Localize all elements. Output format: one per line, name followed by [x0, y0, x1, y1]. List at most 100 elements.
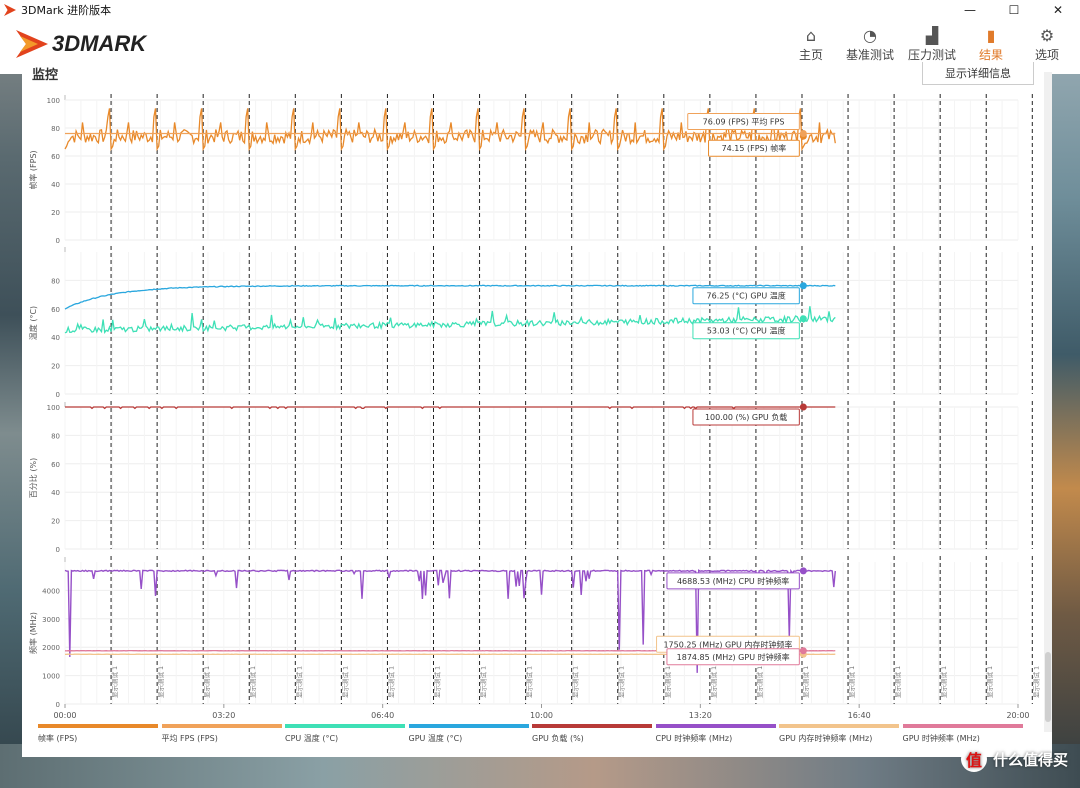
- test-marker-label: 显示测试 1: [617, 666, 626, 698]
- test-marker-label: 显示测试 1: [156, 666, 165, 698]
- window-controls: — ☐ ✕: [948, 0, 1080, 20]
- test-marker-label: 显示测试 1: [525, 666, 534, 698]
- y-tick-label: 40: [51, 181, 60, 189]
- test-marker-label: 显示测试 1: [386, 666, 395, 698]
- y-tick-label: 1000: [42, 673, 60, 681]
- legend-item[interactable]: GPU 内存时钟频率 (MHz): [779, 724, 903, 744]
- test-marker-label: 显示测试 1: [755, 666, 764, 698]
- y-tick-label: 60: [51, 153, 60, 161]
- test-marker-label: 显示测试 1: [709, 666, 718, 698]
- x-tick-label: 13:20: [689, 711, 712, 720]
- maximize-button[interactable]: ☐: [992, 0, 1036, 20]
- home-icon: ⌂: [805, 26, 817, 45]
- series-line: [65, 406, 836, 410]
- series-end-dot: [799, 282, 807, 290]
- value-tooltip-text: 76.25 (°C) GPU 温度: [707, 291, 786, 301]
- y-tick-label: 20: [51, 363, 60, 371]
- test-marker-label: 显示测试 1: [985, 666, 994, 698]
- y-axis-label: 帧率 (FPS): [28, 150, 38, 189]
- watermark-text: 什么值得买: [992, 750, 1068, 769]
- y-tick-label: 80: [51, 432, 60, 440]
- test-marker-label: 显示测试 1: [340, 666, 349, 698]
- window-titlebar: 3DMark 进阶版本 — ☐ ✕: [0, 0, 1080, 20]
- series-end-dot: [799, 315, 807, 323]
- value-tooltip-text: 1750.25 (MHz) GPU 内存时钟频率: [663, 639, 792, 649]
- test-marker-label: 显示测试 1: [939, 666, 948, 698]
- y-tick-label: 60: [51, 461, 60, 469]
- legend-item[interactable]: CPU 温度 (°C): [285, 724, 409, 744]
- legend-swatch: [408, 724, 529, 728]
- y-tick-label: 100: [47, 97, 60, 105]
- legend-item[interactable]: GPU 时钟频率 (MHz): [902, 724, 1027, 744]
- test-marker-label: 显示测试 1: [294, 666, 303, 698]
- x-tick-label: 16:40: [848, 711, 871, 720]
- x-tick-label: 06:40: [371, 711, 394, 720]
- test-marker-label: 显示测试 1: [479, 666, 488, 698]
- value-tooltip-text: 100.00 (%) GPU 负载: [705, 412, 787, 422]
- test-marker-label: 显示测试 1: [110, 666, 119, 698]
- legend-label: GPU 负载 (%): [532, 734, 584, 743]
- legend-item[interactable]: GPU 负载 (%): [532, 724, 656, 744]
- minimize-button[interactable]: —: [948, 0, 992, 20]
- nav-options[interactable]: ⚙ 选项: [1020, 26, 1074, 63]
- 3dmark-logo: 3DMARK: [14, 26, 146, 62]
- background-art-right: [1052, 0, 1080, 788]
- nav-benchmarks-label: 基准测试: [845, 48, 894, 62]
- legend-label: 平均 FPS (FPS): [161, 734, 218, 743]
- y-tick-label: 60: [51, 306, 60, 314]
- 3dmark-logo-icon: [16, 30, 48, 58]
- y-tick-label: 40: [51, 489, 60, 497]
- scroll-thumb[interactable]: [1045, 652, 1051, 722]
- value-tooltip-text: 53.03 (°C) CPU 温度: [707, 326, 786, 336]
- series-end-dot: [799, 403, 807, 411]
- y-tick-label: 80: [51, 277, 60, 285]
- monitoring-chart: 0 20 40 60 80 100 帧率 (FPS) 74.15 (FPS) 帧率 76.09 …: [28, 94, 1040, 720]
- y-axis-label: 温度 (°C): [28, 306, 38, 340]
- test-marker-label: 显示测试 1: [432, 666, 441, 698]
- series-end-dot: [799, 129, 807, 137]
- nav-stress-tests-label: 压力测试: [907, 48, 956, 62]
- value-tooltip-text: 4688.53 (MHz) CPU 时钟频率: [677, 576, 789, 586]
- legend-item[interactable]: GPU 温度 (°C): [408, 724, 533, 744]
- legend-swatch: [655, 724, 776, 728]
- monitoring-panel: 监控 显示详细信息 0 20 40 60 80 100 帧率 (FPS) 74.15 (FPS…: [22, 62, 1052, 757]
- watermark-logo-icon: 值: [960, 746, 987, 772]
- nav-results[interactable]: ▮ 结果: [964, 26, 1018, 63]
- logo-text: 3DMARK: [52, 31, 147, 56]
- nav-home[interactable]: ⌂ 主页: [784, 26, 838, 63]
- test-marker-label: 显示测试 1: [248, 666, 257, 698]
- y-tick-label: 40: [51, 334, 60, 342]
- legend-swatch: [902, 724, 1023, 728]
- legend-item[interactable]: CPU 时钟频率 (MHz): [655, 724, 780, 744]
- test-marker-label: 显示测试 1: [801, 666, 810, 698]
- test-marker-label: 显示测试 1: [847, 666, 856, 698]
- y-tick-label: 20: [51, 209, 60, 217]
- nav-benchmarks[interactable]: ◔ 基准测试: [840, 26, 900, 63]
- x-tick-label: 00:00: [53, 711, 76, 720]
- panel-scrollbar[interactable]: [1044, 72, 1052, 732]
- gauge-icon: ◔: [863, 26, 877, 45]
- value-tooltip-text: 1874.85 (MHz) GPU 时钟频率: [677, 652, 790, 662]
- legend-label: CPU 温度 (°C): [285, 734, 339, 743]
- gear-icon: ⚙: [1039, 26, 1055, 45]
- legend-item[interactable]: 平均 FPS (FPS): [161, 724, 286, 744]
- y-tick-label: 20: [51, 518, 60, 526]
- y-axis-label: 百分比 (%): [28, 458, 38, 498]
- y-tick-label: 0: [56, 237, 60, 245]
- nav-home-label: 主页: [798, 48, 823, 62]
- nav-options-label: 选项: [1034, 48, 1059, 62]
- y-tick-label: 100: [47, 404, 60, 412]
- test-marker-label: 显示测试 1: [1031, 666, 1040, 698]
- x-tick-label: 20:00: [1006, 711, 1029, 720]
- nav-stress-tests[interactable]: ▟ 压力测试: [902, 26, 962, 63]
- nav-results-label: 结果: [978, 48, 1003, 62]
- test-marker-label: 显示测试 1: [571, 666, 580, 698]
- series-end-dot: [799, 567, 807, 575]
- background-art-left: [0, 0, 22, 788]
- y-tick-label: 4000: [42, 587, 60, 595]
- legend-item[interactable]: 帧率 (FPS): [38, 724, 162, 744]
- y-tick-label: 0: [56, 701, 60, 709]
- legend-label: CPU 时钟频率 (MHz): [655, 734, 733, 743]
- close-button[interactable]: ✕: [1036, 0, 1080, 20]
- y-axis-label: 频率 (MHz): [28, 612, 38, 654]
